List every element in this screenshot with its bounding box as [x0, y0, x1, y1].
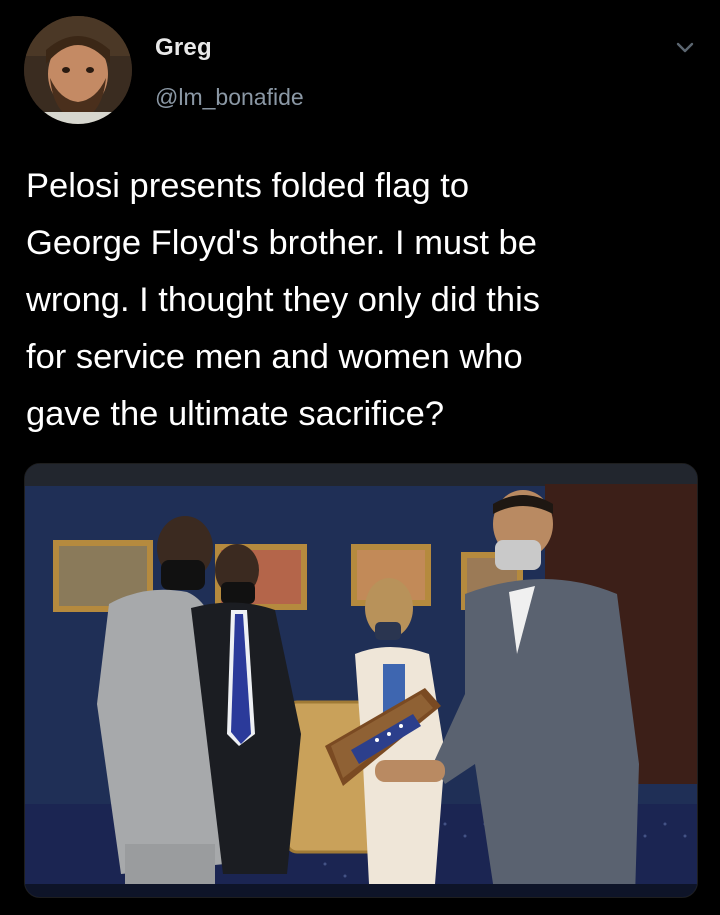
avatar-photo [24, 16, 132, 124]
tweet-photo[interactable] [24, 463, 698, 898]
flag-presentation-photo [25, 464, 697, 897]
tweet-text-line: Pelosi presents folded flag to [26, 167, 470, 205]
author-handle[interactable]: @lm_bonafide [155, 84, 304, 111]
tweet-text: Pelosi presents folded flag to George Fl… [26, 158, 706, 443]
tweet-text-line: George Floyd's brother. I must be [26, 224, 537, 262]
tweet-text-line: gave the ultimate sacrifice? [26, 395, 445, 433]
tweet-text-line: wrong. I thought they only did this [26, 281, 540, 319]
tweet-text-line: for service men and women who [26, 338, 523, 376]
author-name[interactable]: Greg [155, 34, 212, 62]
chevron-down-icon[interactable] [672, 34, 698, 60]
author-avatar[interactable] [24, 16, 132, 124]
